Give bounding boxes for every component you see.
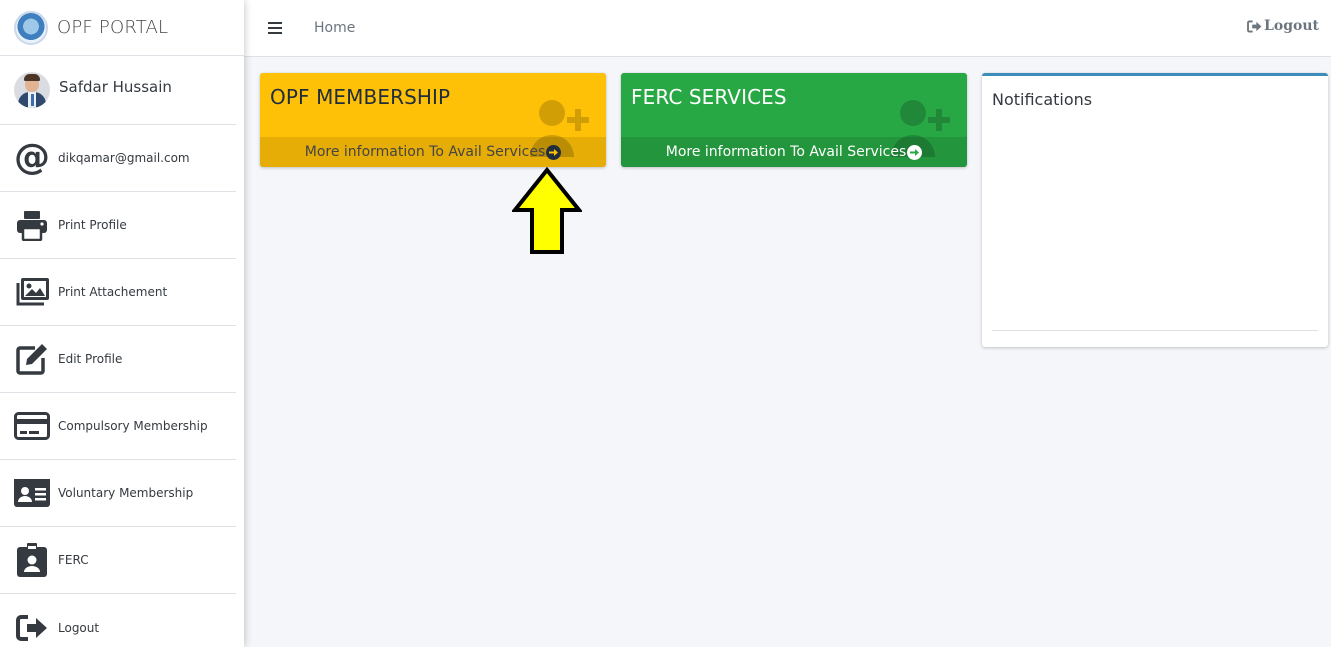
more-info-label: More information To Avail Services	[665, 144, 907, 160]
notifications-card: Notifications	[982, 73, 1328, 347]
arrow-circle-right-icon	[907, 144, 923, 160]
sidebar-item-label: Print Attachement	[58, 285, 168, 299]
sidebar-item-voluntary-membership[interactable]: Voluntary Membership	[0, 460, 236, 527]
ferc-services-box: FERC SERVICES More information To Avail …	[621, 73, 967, 167]
sidebar-item-label: FERC	[58, 553, 89, 567]
up-arrow-icon	[512, 167, 582, 254]
brand[interactable]: OPF PORTAL	[0, 0, 244, 56]
credit-card-icon	[14, 408, 50, 444]
sidebar-item-label: Compulsory Membership	[58, 419, 208, 433]
opf-membership-box: OPF MEMBERSHIP More information To Avail…	[260, 73, 606, 167]
sidebar: OPF PORTAL Safdar Hussain @ dikqamar@gma…	[0, 0, 244, 647]
notifications-title: Notifications	[992, 90, 1093, 109]
sidebar-item-label: Edit Profile	[58, 352, 123, 366]
box-title: OPF MEMBERSHIP	[270, 85, 451, 109]
print-icon	[14, 207, 50, 243]
logout-link[interactable]: Logout	[1247, 18, 1319, 34]
sign-out-icon	[1247, 19, 1262, 33]
avatar	[14, 72, 50, 108]
sidebar-item-compulsory-membership[interactable]: Compulsory Membership	[0, 393, 236, 460]
top-navbar: Home Logout	[244, 0, 1331, 57]
sidebar-item-email[interactable]: @ dikqamar@gmail.com	[0, 125, 236, 192]
more-info-label: More information To Avail Services	[304, 144, 546, 160]
sidebar-item-print-attachement[interactable]: Print Attachement	[0, 259, 236, 326]
more-info-link[interactable]: More information To Avail Services	[260, 137, 606, 167]
user-panel[interactable]: Safdar Hussain	[0, 56, 236, 125]
box-title: FERC SERVICES	[631, 85, 787, 109]
sidebar-item-ferc[interactable]: FERC	[0, 527, 236, 594]
edit-icon	[14, 341, 50, 377]
sidebar-item-label: Print Profile	[58, 218, 127, 232]
menu-toggle-icon[interactable]	[268, 22, 282, 34]
brand-title: OPF PORTAL	[57, 17, 169, 38]
sidebar-item-print-profile[interactable]: Print Profile	[0, 192, 236, 259]
brand-logo-icon	[14, 10, 48, 45]
sidebar-item-label: Logout	[58, 620, 100, 635]
card-divider	[992, 330, 1318, 331]
sidebar-item-label: dikqamar@gmail.com	[58, 151, 190, 165]
id-card-icon	[14, 475, 50, 511]
sidebar-item-logout[interactable]: Logout	[0, 594, 236, 647]
at-icon: @	[14, 137, 50, 178]
logout-label: Logout	[1264, 18, 1319, 34]
sidebar-item-edit-profile[interactable]: Edit Profile	[0, 326, 236, 393]
images-icon	[14, 274, 50, 310]
home-link[interactable]: Home	[314, 20, 355, 36]
sign-out-icon	[14, 610, 50, 646]
id-badge-icon	[14, 542, 50, 578]
more-info-link[interactable]: More information To Avail Services	[621, 137, 967, 167]
sidebar-item-label: Voluntary Membership	[58, 486, 194, 500]
user-name: Safdar Hussain	[59, 78, 172, 96]
arrow-circle-right-icon	[546, 144, 562, 160]
